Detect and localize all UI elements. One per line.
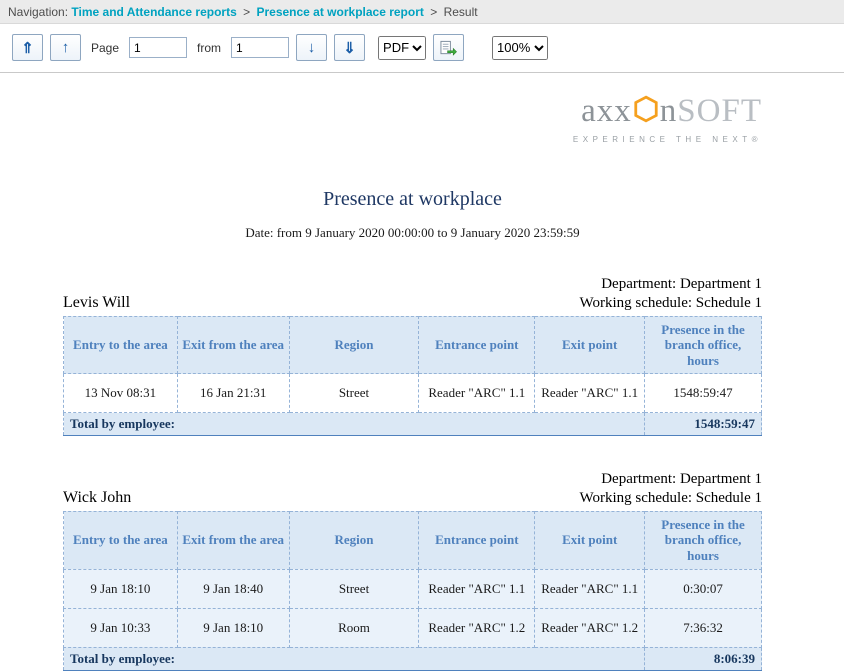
page-input[interactable] xyxy=(129,37,187,58)
cell-exit: 16 Jan 21:31 xyxy=(177,374,289,413)
breadcrumb-link-time-attendance[interactable]: Time and Attendance reports xyxy=(71,5,236,19)
next-page-button[interactable]: ↓ xyxy=(296,34,327,61)
cell-entry: 13 Nov 08:31 xyxy=(64,374,178,413)
total-label: Total by employee: xyxy=(64,413,645,436)
cell-entrance-point: Reader "ARC" 1.1 xyxy=(419,569,535,608)
department-line: Department: Department 1 xyxy=(580,470,763,489)
cell-entry: 9 Jan 18:10 xyxy=(64,569,178,608)
export-icon xyxy=(440,40,457,56)
cell-exit-point: Reader "ARC" 1.1 xyxy=(535,374,645,413)
total-value: 8:06:39 xyxy=(645,647,762,670)
breadcrumb-separator: > xyxy=(243,5,250,19)
total-row: Total by employee: 1548:59:47 xyxy=(64,413,762,436)
total-value: 1548:59:47 xyxy=(645,413,762,436)
report-date-range: Date: from 9 January 2020 00:00:00 to 9 … xyxy=(63,225,762,241)
cell-exit-point: Reader "ARC" 1.2 xyxy=(535,608,645,647)
schedule-line: Working schedule: Schedule 1 xyxy=(580,294,763,313)
report-page: axxnSOFT EXPERIENCE THE NEXT® Presence a… xyxy=(0,95,844,671)
hexagon-o-icon xyxy=(633,95,659,130)
col-header-region: Region xyxy=(289,511,419,569)
last-page-button[interactable]: ⇓ xyxy=(334,34,365,61)
col-header-entrance-point: Entrance point xyxy=(419,511,535,569)
department-line: Department: Department 1 xyxy=(580,275,763,294)
col-header-entrance-point: Entrance point xyxy=(419,316,535,374)
employee-section: Levis Will Department: Department 1 Work… xyxy=(63,275,762,436)
cell-exit-point: Reader "ARC" 1.1 xyxy=(535,569,645,608)
total-pages-input[interactable] xyxy=(231,37,289,58)
col-header-presence: Presence in the branch office, hours xyxy=(645,511,762,569)
axxonsoft-logo: axxnSOFT EXPERIENCE THE NEXT® xyxy=(63,95,762,144)
table-row: 9 Jan 18:10 9 Jan 18:40 Street Reader "A… xyxy=(64,569,762,608)
cell-entrance-point: Reader "ARC" 1.2 xyxy=(419,608,535,647)
total-row: Total by employee: 8:06:39 xyxy=(64,647,762,670)
prev-page-button[interactable]: ↑ xyxy=(50,34,81,61)
table-row: 13 Nov 08:31 16 Jan 21:31 Street Reader … xyxy=(64,374,762,413)
total-label: Total by employee: xyxy=(64,647,645,670)
logo-tagline: EXPERIENCE THE NEXT® xyxy=(63,136,762,144)
first-page-button[interactable]: ⇑ xyxy=(12,34,43,61)
cell-exit: 9 Jan 18:10 xyxy=(177,608,289,647)
prev-page-icon: ↑ xyxy=(62,39,70,56)
cell-exit: 9 Jan 18:40 xyxy=(177,569,289,608)
col-header-presence: Presence in the branch office, hours xyxy=(645,316,762,374)
employee-section: Wick John Department: Department 1 Worki… xyxy=(63,470,762,670)
col-header-exit-point: Exit point xyxy=(535,511,645,569)
cell-presence: 7:36:32 xyxy=(645,608,762,647)
table-row: 9 Jan 10:33 9 Jan 18:10 Room Reader "ARC… xyxy=(64,608,762,647)
cell-entry: 9 Jan 10:33 xyxy=(64,608,178,647)
cell-entrance-point: Reader "ARC" 1.1 xyxy=(419,374,535,413)
zoom-select[interactable]: 100% xyxy=(492,36,548,60)
employee-name: Wick John xyxy=(63,489,131,508)
breadcrumb-link-presence-report[interactable]: Presence at workplace report xyxy=(256,5,423,19)
employee-name: Levis Will xyxy=(63,294,130,313)
col-header-region: Region xyxy=(289,316,419,374)
col-header-exit: Exit from the area xyxy=(177,511,289,569)
cell-presence: 0:30:07 xyxy=(645,569,762,608)
last-page-icon: ⇓ xyxy=(343,39,356,57)
from-label: from xyxy=(197,41,221,55)
logo-text-soft: SOFT xyxy=(677,93,762,129)
breadcrumb-current: Result xyxy=(444,5,478,19)
breadcrumb-separator: > xyxy=(430,5,437,19)
breadcrumb: Navigation: Time and Attendance reports … xyxy=(0,0,844,24)
logo-text-axx: axx xyxy=(581,93,632,129)
table-header-row: Entry to the area Exit from the area Reg… xyxy=(64,316,762,374)
logo-text-n: n xyxy=(660,93,678,129)
col-header-entry: Entry to the area xyxy=(64,316,178,374)
col-header-exit-point: Exit point xyxy=(535,316,645,374)
table-header-row: Entry to the area Exit from the area Reg… xyxy=(64,511,762,569)
export-format-select[interactable]: PDF xyxy=(378,36,426,60)
cell-region: Street xyxy=(289,374,419,413)
next-page-icon: ↓ xyxy=(308,39,316,56)
col-header-entry: Entry to the area xyxy=(64,511,178,569)
first-page-icon: ⇑ xyxy=(21,39,34,57)
presence-table: Entry to the area Exit from the area Reg… xyxy=(63,511,762,671)
cell-region: Room xyxy=(289,608,419,647)
col-header-exit: Exit from the area xyxy=(177,316,289,374)
cell-presence: 1548:59:47 xyxy=(645,374,762,413)
export-button[interactable] xyxy=(433,34,464,61)
report-title: Presence at workplace xyxy=(63,188,762,211)
schedule-line: Working schedule: Schedule 1 xyxy=(580,489,763,508)
presence-table: Entry to the area Exit from the area Reg… xyxy=(63,316,762,437)
breadcrumb-label: Navigation: xyxy=(8,5,68,19)
report-toolbar: ⇑ ↑ Page from ↓ ⇓ PDF 100% xyxy=(0,24,844,73)
cell-region: Street xyxy=(289,569,419,608)
page-label: Page xyxy=(91,41,119,55)
